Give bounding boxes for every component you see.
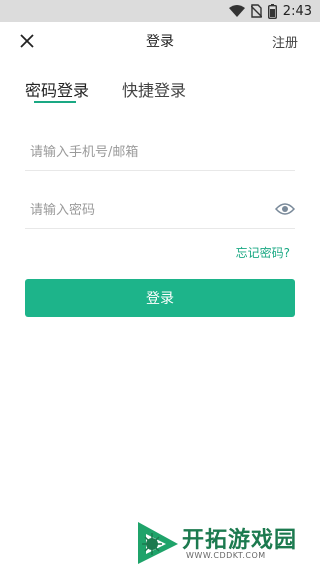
- account-field: [25, 131, 295, 171]
- watermark-logo: [138, 522, 178, 564]
- tab-password-login[interactable]: 密码登录: [25, 77, 89, 101]
- wifi-icon: [228, 5, 245, 17]
- watermark: 开拓游戏园 WWW.CDDKT.COM: [134, 516, 314, 568]
- tab-quick-login[interactable]: 快捷登录: [122, 77, 186, 101]
- register-link[interactable]: 注册: [272, 32, 298, 51]
- active-tab-indicator: [34, 101, 76, 103]
- watermark-title: 开拓游戏园: [182, 528, 298, 553]
- watermark-url: WWW.CDDKT.COM: [186, 551, 266, 560]
- account-input[interactable]: [30, 141, 260, 163]
- password-input[interactable]: [30, 199, 260, 221]
- status-bar: 2:43: [0, 0, 320, 22]
- status-time: 2:43: [282, 3, 312, 19]
- close-icon: [18, 34, 36, 54]
- login-button[interactable]: 登录: [25, 279, 295, 317]
- forgot-password-link[interactable]: 忘记密码?: [236, 244, 290, 261]
- close-button[interactable]: [18, 32, 36, 50]
- no-sim-icon: [250, 4, 262, 18]
- password-field: [25, 189, 296, 229]
- battery-icon: [267, 3, 277, 19]
- eye-icon[interactable]: [274, 201, 296, 215]
- header: 登录 注册: [0, 22, 320, 58]
- status-icons: 2:43: [228, 3, 312, 19]
